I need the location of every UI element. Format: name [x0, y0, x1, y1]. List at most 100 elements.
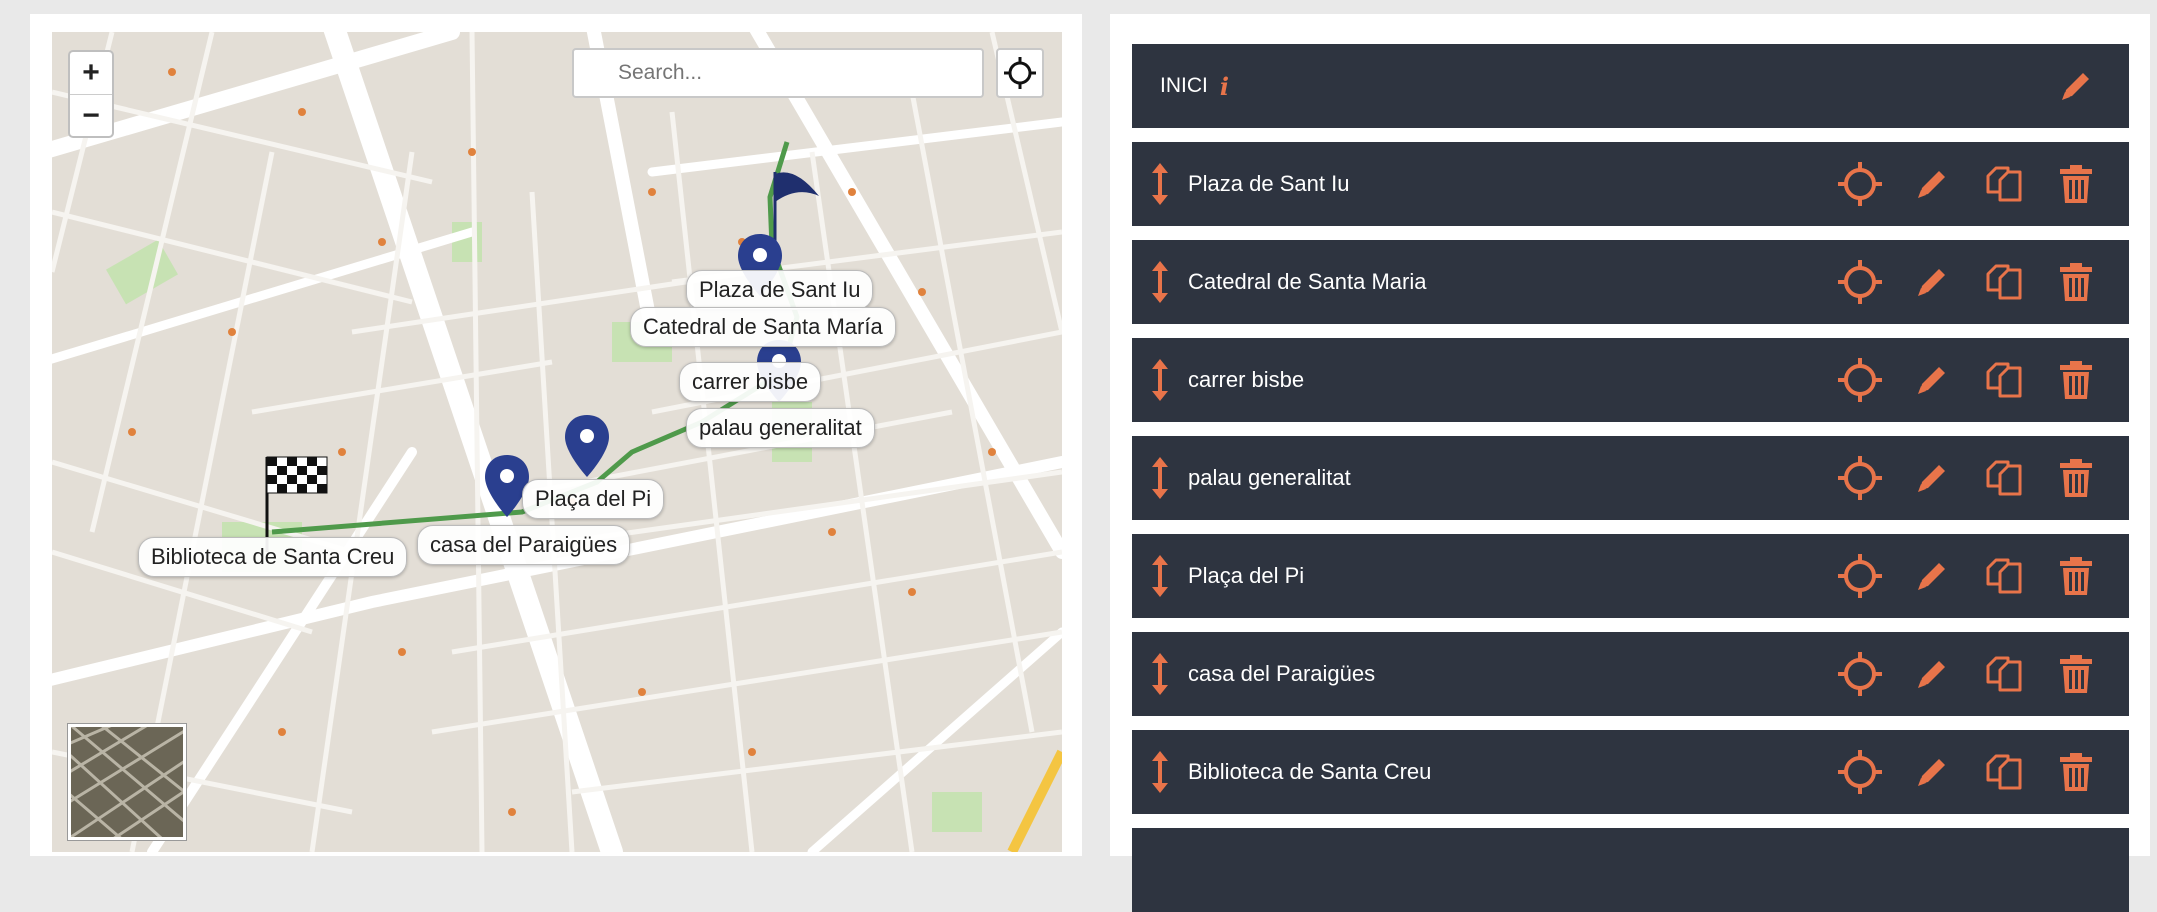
copy-icon [1986, 754, 2022, 790]
route-stop-title: Catedral de Santa Maria [1188, 269, 1427, 294]
delete-stop-button[interactable] [2049, 647, 2103, 701]
locate-button[interactable] [996, 48, 1044, 98]
trash-icon [2060, 459, 2092, 497]
trash-icon [2060, 361, 2092, 399]
trash-icon [2060, 557, 2092, 595]
info-icon[interactable]: i [1220, 72, 1229, 101]
map-label-palau[interactable]: palau generalitat [686, 408, 875, 448]
edit-stop-button[interactable] [1905, 255, 1959, 309]
satellite-thumbnail [71, 727, 183, 837]
route-stop-row-1[interactable]: Plaza de Sant Iu [1132, 142, 2129, 226]
crosshair-icon [1838, 162, 1882, 206]
copy-icon [1986, 460, 2022, 496]
route-stop-actions [1833, 255, 2129, 309]
trash-icon [2060, 263, 2092, 301]
duplicate-stop-button[interactable] [1977, 353, 2031, 407]
delete-stop-button[interactable] [2049, 353, 2103, 407]
delete-stop-button[interactable] [2049, 255, 2103, 309]
page: + − Plaza de Sant Iu Catedral de Santa M… [0, 0, 2157, 912]
route-stop-title: Plaça del Pi [1188, 563, 1305, 588]
route-stop-title: casa del Paraigües [1188, 661, 1376, 686]
pencil-icon [1918, 367, 1945, 394]
crosshair-icon [1838, 358, 1882, 402]
trash-icon [2060, 753, 2092, 791]
route-stop-row-5[interactable]: Plaça del Pi [1132, 534, 2129, 618]
duplicate-stop-button[interactable] [1977, 451, 2031, 505]
route-stop-row-6[interactable]: casa del Paraigües [1132, 632, 2129, 716]
duplicate-stop-button[interactable] [1977, 255, 2031, 309]
crosshair-icon [1838, 652, 1882, 696]
vertical-arrows-icon [1152, 457, 1168, 499]
route-stop-row-7[interactable]: Biblioteca de Santa Creu [1132, 730, 2129, 814]
pencil-icon [1918, 465, 1945, 492]
drag-handle[interactable] [1132, 357, 1188, 403]
route-stop-title: palau generalitat [1188, 465, 1351, 490]
route-stop-row-partial[interactable] [1132, 828, 2129, 912]
route-list-panel: INICI i Plaza de Sant Iu Catedral de San… [1110, 14, 2150, 912]
delete-stop-button[interactable] [2049, 745, 2103, 799]
delete-stop-button[interactable] [2049, 451, 2103, 505]
pencil-icon [1918, 759, 1945, 786]
locate-stop-button[interactable] [1833, 549, 1887, 603]
route-stop-row-3[interactable]: carrer bisbe [1132, 338, 2129, 422]
route-stop-title: Biblioteca de Santa Creu [1188, 759, 1432, 784]
crosshair-icon [1838, 456, 1882, 500]
search-input[interactable] [574, 50, 982, 96]
crosshair-icon [1004, 57, 1036, 89]
edit-stop-button[interactable] [1905, 745, 1959, 799]
zoom-in-button[interactable]: + [70, 52, 112, 94]
route-start-row: INICI i [1132, 44, 2129, 128]
crosshair-icon [1838, 750, 1882, 794]
drag-handle[interactable] [1132, 455, 1188, 501]
edit-stop-button[interactable] [1905, 353, 1959, 407]
drag-handle[interactable] [1132, 259, 1188, 305]
edit-stop-button[interactable] [1905, 451, 1959, 505]
locate-stop-button[interactable] [1833, 353, 1887, 407]
duplicate-stop-button[interactable] [1977, 647, 2031, 701]
drag-handle[interactable] [1132, 161, 1188, 207]
route-stop-actions [1833, 647, 2129, 701]
delete-stop-button[interactable] [2049, 157, 2103, 211]
edit-stop-button[interactable] [1905, 647, 1959, 701]
locate-stop-button[interactable] [1833, 647, 1887, 701]
vertical-arrows-icon [1152, 653, 1168, 695]
map-label-casa-paraigues[interactable]: casa del Paraigües [417, 525, 631, 565]
pencil-icon [1918, 563, 1945, 590]
route-stop-row-4[interactable]: palau generalitat [1132, 436, 2129, 520]
route-stop-row-2[interactable]: Catedral de Santa Maria [1132, 240, 2129, 324]
edit-button[interactable] [2049, 59, 2103, 113]
zoom-out-button[interactable]: − [70, 94, 112, 136]
vertical-arrows-icon [1152, 359, 1168, 401]
route-start-actions [2049, 59, 2129, 113]
duplicate-stop-button[interactable] [1977, 157, 2031, 211]
locate-stop-button[interactable] [1833, 451, 1887, 505]
route-stop-actions [1833, 451, 2129, 505]
map-label-plaza-sant-iu[interactable]: Plaza de Sant Iu [686, 270, 874, 310]
crosshair-icon [1838, 260, 1882, 304]
duplicate-stop-button[interactable] [1977, 549, 2031, 603]
map-tiles [52, 32, 1062, 852]
pencil-icon [1918, 171, 1945, 198]
crosshair-icon [1838, 554, 1882, 598]
drag-handle[interactable] [1132, 553, 1188, 599]
satellite-layer-toggle[interactable] [68, 724, 186, 840]
copy-icon [1986, 656, 2022, 692]
map-canvas[interactable]: + − Plaza de Sant Iu Catedral de Santa M… [52, 32, 1062, 852]
map-label-carrer-bisbe[interactable]: carrer bisbe [679, 362, 822, 402]
map-label-biblioteca[interactable]: Biblioteca de Santa Creu [138, 537, 408, 577]
drag-handle[interactable] [1132, 651, 1188, 697]
locate-stop-button[interactable] [1833, 745, 1887, 799]
locate-stop-button[interactable] [1833, 255, 1887, 309]
map-label-catedral[interactable]: Catedral de Santa María [630, 307, 896, 347]
edit-stop-button[interactable] [1905, 157, 1959, 211]
drag-handle[interactable] [1132, 749, 1188, 795]
map-label-placa-pi[interactable]: Plaça del Pi [522, 479, 665, 519]
edit-stop-button[interactable] [1905, 549, 1959, 603]
copy-icon [1986, 362, 2022, 398]
pencil-icon [1918, 269, 1945, 296]
locate-stop-button[interactable] [1833, 157, 1887, 211]
duplicate-stop-button[interactable] [1977, 745, 2031, 799]
route-start-title: INICI [1160, 74, 1208, 97]
copy-icon [1986, 264, 2022, 300]
delete-stop-button[interactable] [2049, 549, 2103, 603]
